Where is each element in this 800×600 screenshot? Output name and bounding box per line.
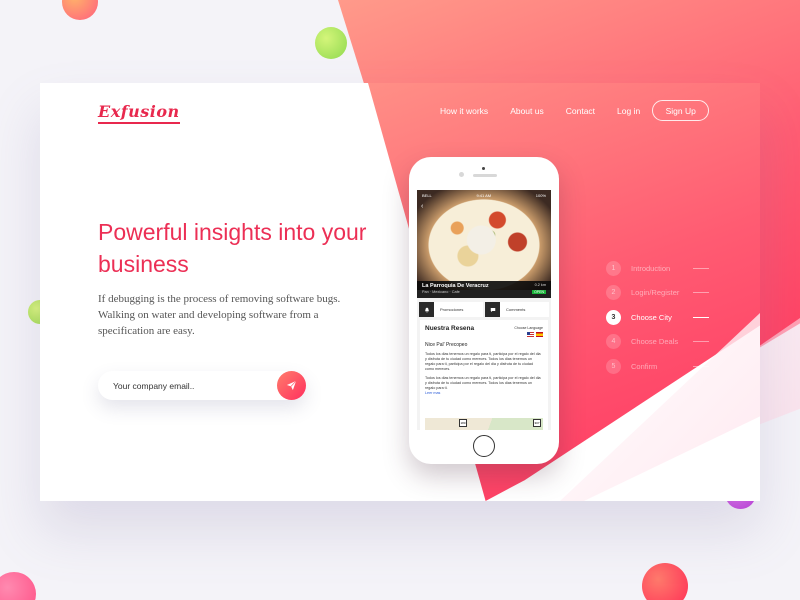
choose-language-label: Choose Language	[514, 326, 543, 330]
restaurant-category: Pan · Mexicano · Cafe	[422, 290, 460, 294]
battery-text: 100%	[535, 192, 546, 198]
step-choose-city[interactable]: 3 Choose City	[606, 305, 709, 330]
top-nav: How it works About us Contact Log in Sig…	[440, 100, 710, 121]
read-more-link[interactable]: Leer mas	[425, 391, 543, 395]
nav-link-about-us[interactable]: About us	[510, 106, 544, 116]
email-field[interactable]: Your company email..	[98, 371, 306, 400]
tab-comments-label: Comments	[506, 307, 526, 312]
phone-home-button	[473, 435, 495, 457]
tab-comments[interactable]: Comments	[485, 302, 549, 317]
step-confirm[interactable]: 5 Confirm	[606, 354, 709, 379]
orange-bubble-top	[62, 0, 98, 20]
paper-plane-icon	[286, 380, 297, 391]
spain-flag-icon[interactable]	[536, 332, 543, 337]
status-time: 9:41 AM	[476, 192, 492, 198]
step-number: 4	[606, 334, 621, 350]
signup-button[interactable]: Sign Up	[652, 100, 710, 121]
phone-mockup: BELL 9:41 AM 100% ‹ La Parroquia De Vera…	[409, 157, 559, 464]
step-label: Choose Deals	[631, 337, 679, 347]
tab-promociones-label: Promociones	[440, 307, 464, 312]
step-introduction[interactable]: 1 Introduction	[606, 256, 709, 281]
open-badge: OPEN	[532, 290, 546, 294]
step-line	[693, 341, 709, 343]
review-paragraph-1: Todos los dias tenemos un regalo para ti…	[425, 352, 541, 371]
restaurant-info-bar: La Parroquia De Veracruz Pan · Mexicano …	[417, 281, 551, 298]
step-line	[693, 292, 709, 294]
step-login-register[interactable]: 2 Login/Register	[606, 281, 709, 306]
logo[interactable]: Exfusion	[98, 102, 180, 124]
step-number: 5	[606, 358, 621, 374]
send-button[interactable]	[277, 371, 306, 400]
map-preview[interactable]: 180 307	[425, 418, 543, 430]
step-label: Confirm	[631, 361, 658, 371]
review-card: Nuestra Resena Choose Language Nice Pal'…	[420, 320, 548, 430]
email-placeholder: Your company email..	[113, 380, 195, 391]
chat-bubble-icon	[485, 302, 500, 317]
food-photo	[417, 190, 551, 290]
highway-sign-1: 180	[459, 419, 467, 427]
back-arrow-icon[interactable]: ‹	[421, 203, 423, 210]
step-label: Choose City	[631, 312, 672, 322]
step-line	[693, 316, 709, 318]
highway-sign-2: 307	[533, 419, 541, 427]
bell-icon	[419, 302, 434, 317]
carrier-text: BELL	[422, 192, 432, 198]
review-subtitle: Nice Pal' Precopeo	[425, 342, 468, 348]
phone-sensor	[482, 167, 485, 170]
step-label: Introduction	[631, 263, 671, 273]
status-bar: BELL 9:41 AM 100%	[417, 190, 551, 200]
restaurant-distance: 0.2 km	[534, 283, 546, 287]
login-link[interactable]: Log in	[617, 106, 640, 116]
step-number: 2	[606, 285, 621, 301]
language-chooser[interactable]: Choose Language	[514, 326, 543, 337]
us-flag-icon[interactable]	[527, 332, 534, 337]
step-number: 1	[606, 260, 621, 276]
step-list: 1 Introduction 2 Login/Register 3 Choose…	[606, 256, 709, 379]
step-label: Login/Register	[631, 288, 680, 298]
step-line	[693, 267, 709, 269]
step-choose-deals[interactable]: 4 Choose Deals	[606, 330, 709, 355]
hero-description: If debugging is the process of removing …	[98, 293, 341, 337]
step-line	[693, 365, 709, 367]
phone-speaker	[473, 174, 497, 177]
green-bubble	[315, 27, 347, 59]
phone-tabs: Promociones Comments	[417, 302, 551, 317]
phone-screen: BELL 9:41 AM 100% ‹ La Parroquia De Vera…	[417, 190, 551, 430]
landing-card: Exfusion How it works About us Contact L…	[40, 83, 760, 501]
tab-promociones[interactable]: Promociones	[419, 302, 483, 317]
phone-camera	[459, 172, 464, 177]
pink-bubble-bottom-left	[0, 572, 36, 600]
nav-link-contact[interactable]: Contact	[566, 106, 595, 116]
hero-headline: Powerful insights into your business	[98, 219, 367, 277]
nav-link-how-it-works[interactable]: How it works	[440, 106, 488, 116]
step-number: 3	[606, 309, 621, 325]
red-bubble-bottom	[642, 563, 688, 600]
restaurant-name: La Parroquia De Veracruz	[422, 283, 489, 289]
review-paragraph-2: Todos los dias tenemos un regalo para ti…	[425, 376, 541, 390]
